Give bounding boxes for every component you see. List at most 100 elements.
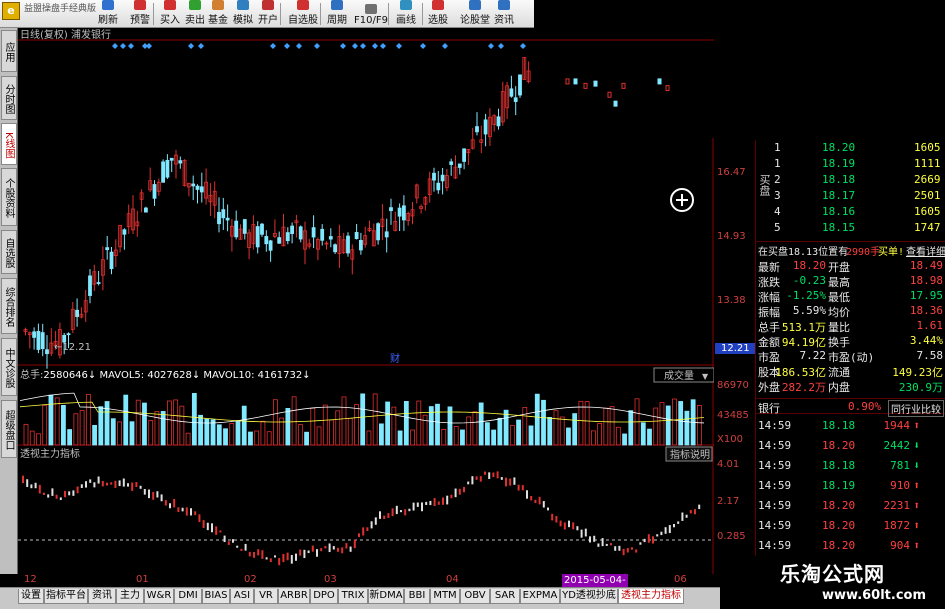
toolbar-button-sell[interactable]: 卖出 bbox=[185, 0, 205, 27]
candle-body bbox=[217, 211, 221, 225]
bid-volume: 1111 bbox=[914, 157, 941, 170]
volume-bar bbox=[304, 431, 309, 446]
toolbar-button-watchlist[interactable]: 自选股 bbox=[288, 0, 318, 27]
stat-value: 3.44% bbox=[909, 334, 943, 347]
indicator-bar bbox=[400, 510, 402, 513]
indicator-tab-10[interactable]: DPO bbox=[310, 589, 338, 604]
bid-row: 2 18.18 2669 bbox=[756, 172, 945, 188]
stat-value: -1.25% bbox=[786, 289, 826, 302]
tick-time: 14:59 bbox=[758, 479, 792, 492]
volume-bar bbox=[179, 405, 185, 446]
volume-bar bbox=[653, 407, 659, 446]
indicator-tab-18[interactable]: YD透视抄底 bbox=[560, 589, 618, 604]
candle-body bbox=[518, 74, 522, 96]
x-axis-label: 01 bbox=[136, 574, 149, 585]
tick-volume: 2231 bbox=[883, 499, 911, 512]
indicator-bar bbox=[34, 482, 37, 489]
indicator-bar bbox=[589, 536, 591, 543]
indicator-tab-17[interactable]: EXPMA bbox=[520, 589, 560, 604]
indicator-tab-1[interactable]: 指标平台 bbox=[44, 589, 88, 604]
volume-bar bbox=[559, 416, 565, 446]
indicator-bar bbox=[148, 489, 150, 499]
indicator-tab-7[interactable]: ASI bbox=[230, 589, 254, 604]
candle-body bbox=[311, 227, 316, 238]
stat-label: 内盘 bbox=[828, 381, 850, 394]
toolbar-button-news[interactable]: 资讯 bbox=[494, 0, 514, 27]
indicator-bar bbox=[559, 520, 562, 527]
left-tab-4[interactable]: 自选股 bbox=[1, 230, 17, 274]
industry-row: 银行 0.90% 同行业比较 bbox=[756, 398, 945, 417]
indicator-bar bbox=[458, 488, 461, 495]
volume-bar bbox=[534, 393, 540, 446]
toolbar-button-period[interactable]: 周期 bbox=[327, 0, 347, 27]
indicator-tab-5[interactable]: DMI bbox=[174, 589, 202, 604]
stat-value: 1.61 bbox=[916, 319, 944, 332]
tick-volume: 904 bbox=[890, 539, 910, 552]
bid-row: 5 18.15 1747 bbox=[756, 220, 945, 236]
buy-notice-details-link[interactable]: 查看详细 bbox=[906, 243, 945, 258]
toolbar: e 益盟操盘手经典版 刷新 预警 买入 卖出 基金 模拟 开户 自选股 周期 F10/F9 画线 选股… bbox=[0, 0, 534, 28]
toolbar-button-buy[interactable]: 买入 bbox=[160, 0, 180, 27]
indicator-tab-2[interactable]: 资讯 bbox=[88, 589, 116, 604]
volume-bar bbox=[285, 408, 291, 446]
toolbar-button-draw-line[interactable]: 画线 bbox=[396, 0, 416, 27]
indicator-bar bbox=[232, 539, 234, 543]
candle-body bbox=[621, 82, 626, 89]
toolbar-button-alert[interactable]: 预警 bbox=[130, 0, 150, 27]
industry-compare-button[interactable]: 同行业比较 bbox=[888, 400, 944, 417]
toolbar-button-simulate[interactable]: 模拟 bbox=[233, 0, 253, 27]
indicator-tab-13[interactable]: BBI bbox=[404, 589, 430, 604]
indicator-bar bbox=[85, 481, 87, 488]
indicator-tab-12[interactable]: 新DMA bbox=[368, 589, 404, 604]
indicator-bar bbox=[526, 490, 528, 499]
volume-bar bbox=[640, 422, 646, 446]
volume-bar bbox=[297, 424, 303, 446]
bid-price: 18.18 bbox=[822, 173, 856, 186]
indicator-tab-9[interactable]: ARBR bbox=[278, 589, 310, 604]
candle-body bbox=[191, 183, 196, 187]
arrow-down-icon: ⬇ bbox=[913, 439, 920, 452]
indicator-tab-11[interactable]: TRIX bbox=[338, 589, 368, 604]
buy-notice-action: 买单! bbox=[878, 247, 905, 258]
candle-body bbox=[436, 182, 441, 191]
indicator-tab-8[interactable]: VR bbox=[254, 589, 278, 604]
toolbar-button-account[interactable]: 开户 bbox=[258, 0, 278, 27]
left-tab-7[interactable]: 超级盘口 bbox=[1, 400, 17, 458]
indicator-bar bbox=[202, 520, 205, 529]
bid-volume: 1605 bbox=[914, 141, 941, 154]
indicator-bar bbox=[282, 553, 285, 563]
indicator-tab-6[interactable]: BIAS bbox=[202, 589, 230, 604]
toolbar-button-stock-pick[interactable]: 选股 bbox=[428, 0, 448, 27]
left-tab-6[interactable]: 中文诊股 bbox=[1, 338, 17, 396]
indicator-tab-15[interactable]: OBV bbox=[460, 589, 490, 604]
left-tab-3[interactable]: 个股资料 bbox=[1, 168, 17, 226]
toolbar-button-label: 买入 bbox=[160, 15, 180, 26]
volume-bar bbox=[335, 410, 341, 446]
indicator-tab-3[interactable]: 主力 bbox=[116, 589, 144, 604]
signal-diamond bbox=[112, 43, 118, 49]
indicator-bar bbox=[652, 536, 654, 544]
indicator-tab-4[interactable]: W&R bbox=[144, 589, 174, 604]
toolbar-button-fund[interactable]: 基金 bbox=[208, 0, 228, 27]
indicator-tab-16[interactable]: SAR bbox=[490, 589, 520, 604]
volume-bar bbox=[110, 418, 116, 446]
left-tab-1[interactable]: 分时图 bbox=[1, 76, 17, 120]
toolbar-button-refresh[interactable]: 刷新 bbox=[98, 0, 118, 27]
left-tab-2[interactable]: K线图 bbox=[1, 123, 17, 165]
toolbar-button-forum[interactable]: 论股堂 bbox=[460, 0, 490, 27]
candle-body bbox=[161, 161, 166, 183]
kline-chart-svg[interactable]: 日线(复权) 浦发银行 ←12.21 财总手:2580646↓ MAVOL5: 40… bbox=[18, 28, 715, 574]
indicator-tab-19[interactable]: 透视主力指标 bbox=[618, 589, 684, 604]
volume-bar bbox=[322, 404, 328, 446]
left-tab-0[interactable]: 应用 bbox=[1, 30, 17, 72]
signal-diamond bbox=[498, 43, 504, 49]
tick-time: 14:59 bbox=[758, 519, 792, 532]
candle-body bbox=[260, 223, 264, 235]
indicator-tab-0[interactable]: 设置 bbox=[18, 589, 44, 604]
volume-axis-label-1: 86970 bbox=[717, 380, 749, 391]
signal-diamond bbox=[340, 43, 346, 49]
left-tab-5[interactable]: 综合排名 bbox=[1, 278, 17, 334]
indicator-tab-14[interactable]: MTM bbox=[430, 589, 460, 604]
toolbar-button-f10[interactable]: F10/F9 bbox=[354, 0, 388, 27]
arrow-up-icon: ⬆ bbox=[913, 519, 920, 532]
